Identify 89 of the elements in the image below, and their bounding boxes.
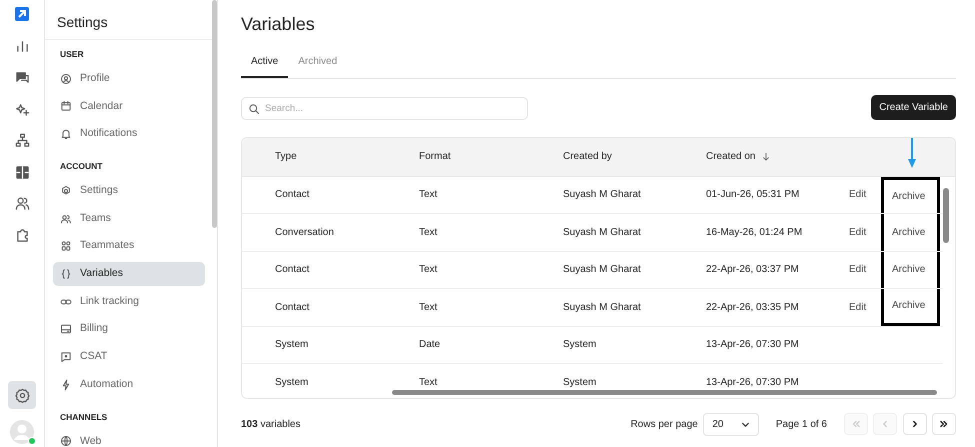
table-cell-text: 01-Jun-26, 05:31 PM [706,188,800,202]
sidebar-item[interactable]: Notifications [53,122,205,146]
column-header[interactable]: Created on [706,149,756,164]
archive-link[interactable]: Archive [892,298,926,314]
horizontal-scrollbar-thumb[interactable] [392,390,937,395]
table-cell-text: Text [419,300,438,315]
page-info: Page 1 of 6 [776,418,827,432]
user-circle-icon [60,72,72,85]
archive-link[interactable]: Archive [892,188,926,204]
table-cell-text: System [274,338,310,352]
table-cell-text: 13-Apr-26, 07:30 PM [706,376,800,390]
sidebar-item[interactable]: CSAT [53,345,205,369]
edit-link[interactable]: Edit [849,224,866,240]
table-cell-text: Suyash M Gharat [563,263,642,278]
settings-icon [14,388,30,403]
scrollbar-thumb[interactable] [212,0,217,228]
settings-button[interactable] [8,381,36,410]
page-title: Variables [241,14,316,36]
sidebar-item[interactable]: Billing [53,317,205,342]
bell-icon [60,128,72,140]
table-cell-text: Text [419,188,438,202]
table-cell-text: Date [419,338,442,352]
column-header: Format [419,150,451,164]
edit-link[interactable]: Edit [849,300,866,315]
sidebar-item[interactable]: Automation [53,372,205,397]
edit-link[interactable]: Edit [849,187,866,202]
table-cell-text: Text [419,226,438,240]
sidebar-item[interactable]: Teammates [53,234,205,258]
hierarchy-icon[interactable] [14,133,30,148]
table-cell-text: Text [419,376,438,390]
users-icon [60,212,72,225]
sidebar-item[interactable]: Link tracking [53,290,205,314]
table-cell-text: Suyash M Gharat [563,300,642,315]
table-cell-text: Suyash M Gharat [563,188,642,202]
rows-per-page-select[interactable]: 20 [703,412,760,436]
sidebar-item[interactable]: Variables [53,262,205,286]
table-cell-text: 22-Apr-26, 03:35 PM [706,300,800,315]
table-cell-text: Contact [274,300,310,315]
calendar-icon [60,100,72,112]
table-cell-text: System [563,338,598,352]
callout-arrow [907,138,917,169]
section-heading: USER [59,48,85,61]
table-cell-text: Contact [274,188,310,202]
globe-icon [60,435,72,447]
vertical-scrollbar-thumb[interactable] [943,188,949,243]
variable-count: 103 variables [241,418,300,432]
table-cell-text: Text [419,263,438,278]
puzzle-icon[interactable] [14,228,30,242]
table-cell-text: System [563,376,598,390]
chat-icon[interactable] [14,70,30,85]
board-icon[interactable] [14,164,30,180]
tab[interactable]: Archived [288,50,348,78]
bar-chart-icon[interactable] [14,38,30,54]
braces-icon [60,268,72,280]
table-cell-text: Conversation [274,226,335,240]
previous-page-icon [880,419,890,430]
sparkle-icon[interactable] [14,102,30,116]
table-cell-text: Contact [274,263,310,278]
column-header: Type [275,150,297,164]
rows-per-page-label: Rows per page [630,418,698,432]
pager-button[interactable] [932,413,956,436]
sidebar-item[interactable]: Calendar [53,94,205,118]
sidebar-item[interactable]: Web [53,429,205,447]
logo-icon[interactable] [15,6,29,21]
section-heading: CHANNELS [59,410,108,424]
users-icon[interactable] [14,196,30,211]
table-cell-text: System [274,376,310,390]
search-field[interactable]: Search... [241,96,528,120]
sidebar-item[interactable]: Settings [53,178,205,203]
create-variable-button[interactable]: Create Variable [871,94,956,120]
column-header: Created by [563,150,612,164]
first-page-icon [850,419,860,430]
section-heading: ACCOUNT [59,160,104,173]
team-grid-icon [60,240,72,252]
table-cell-text: 13-Apr-26, 07:30 PM [706,338,800,352]
sort-arrow-icon[interactable] [760,152,771,162]
tab[interactable]: Active [241,50,288,78]
archive-link[interactable]: Archive [892,262,926,278]
search-icon [248,102,260,115]
table-cell-text: 16-May-26, 01:24 PM [706,226,804,240]
table-cell-text: 22-Apr-26, 03:37 PM [706,263,800,278]
sidebar-item[interactable]: Teams [53,206,205,231]
last-page-icon [939,419,949,430]
bolt-icon [60,378,72,391]
table-cell-text: Suyash M Gharat [563,226,642,240]
archive-link[interactable]: Archive [892,224,926,240]
edit-link[interactable]: Edit [849,262,866,278]
sidebar-item[interactable]: Profile [53,66,205,91]
card-icon [60,323,72,336]
